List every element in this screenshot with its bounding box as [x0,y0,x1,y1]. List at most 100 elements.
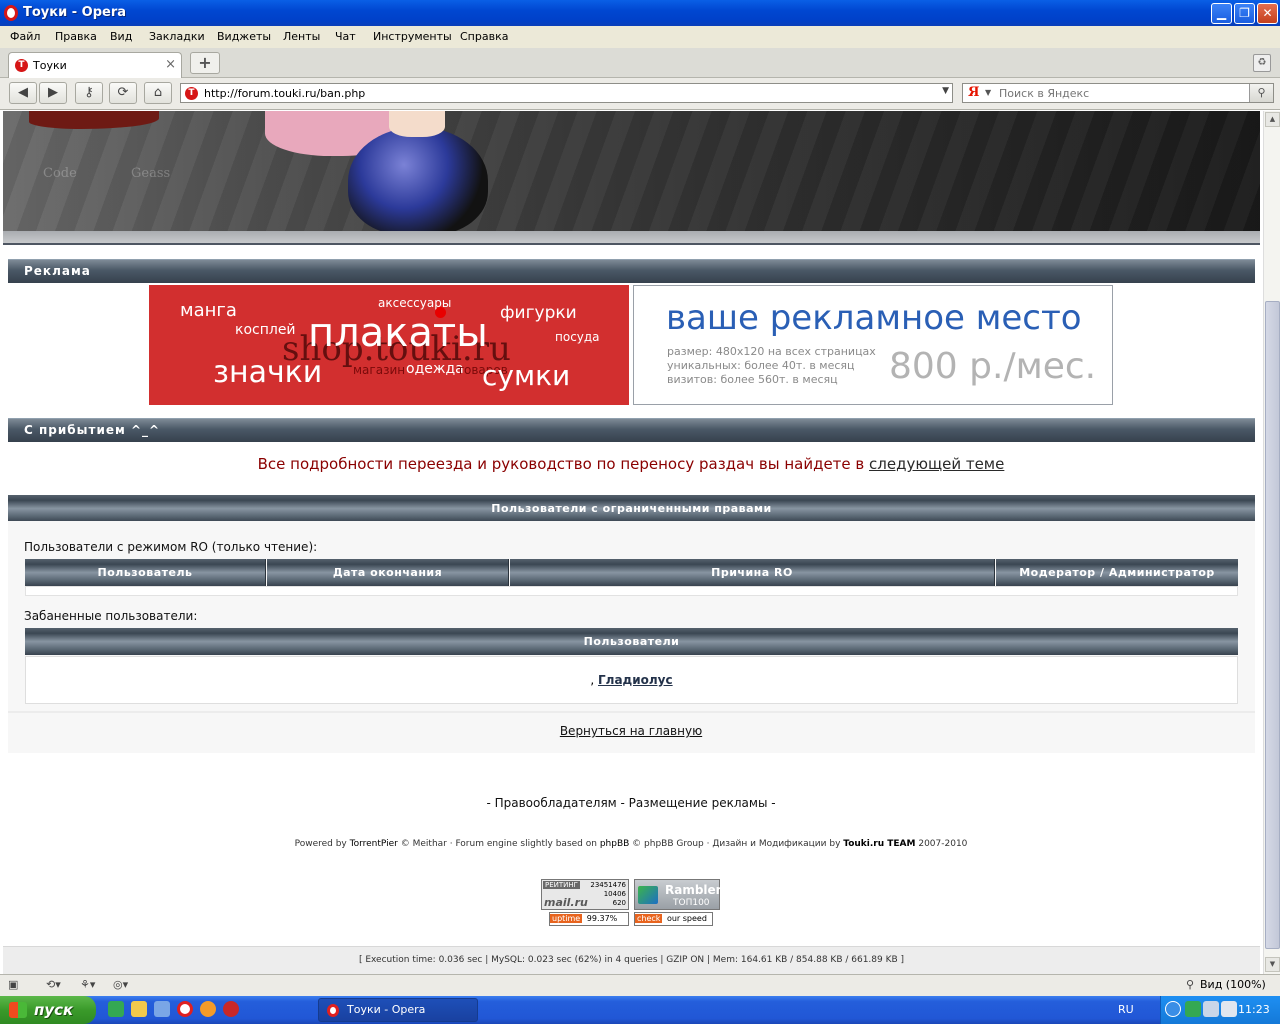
window-titlebar: Тоуки - Opera ▁ ❐ ✕ [0,0,1280,26]
banned-users-label: Забаненные пользователи: [24,609,198,623]
wand-key-button[interactable]: ⚷ [75,82,103,104]
powered-text: © phpBB Group · Дизайн и Модификации by [629,839,844,849]
quicklaunch-player-icon[interactable] [200,1001,216,1017]
quicklaunch-messenger-icon[interactable] [131,1001,147,1017]
close-button[interactable]: ✕ [1257,3,1278,24]
uptime-value: 99.37% [586,914,618,923]
language-indicator[interactable]: RU [1118,1003,1134,1016]
menu-view[interactable]: Вид [110,30,132,43]
rambler-logo-icon [638,886,658,904]
ad-place-line1: размер: 480x120 на всех страницах [667,345,876,358]
menu-help[interactable]: Справка [460,30,508,43]
home-button[interactable]: ⌂ [144,82,172,104]
col-ro-reason: Причина RO [510,559,995,586]
quicklaunch-browser-icon[interactable] [154,1001,170,1017]
execution-stats: [ Execution time: 0.036 sec | MySQL: 0.0… [3,946,1260,974]
tray-volume-icon[interactable] [1221,1001,1237,1017]
ro-users-label: Пользователи с режимом RO (только чтение… [24,540,318,554]
zoom-icon[interactable]: ⚲ [1186,978,1194,991]
quicklaunch-media-icon[interactable] [223,1001,239,1017]
panel-toggle-icon[interactable]: ▣ [8,978,18,991]
unite-icon[interactable]: ⚘▾ [80,978,95,991]
menu-chat[interactable]: Чат [335,30,356,43]
shop-ad-banner[interactable]: манга аксессуары фигурки косплей посуда … [149,285,629,405]
welcome-section-header: С прибытием ^_^ [8,418,1255,442]
rambler-counter[interactable]: Rambler ТОП100 [634,879,722,910]
mail-rating-num1: 23451476 [590,881,626,889]
tray-network-icon[interactable] [1203,1001,1219,1017]
search-icon[interactable]: ⚲ [1249,84,1273,102]
menu-widgets[interactable]: Виджеты [217,30,271,43]
opera-logo-icon [4,5,18,21]
trash-icon[interactable]: ♻ [1253,54,1271,72]
next-topic-link[interactable]: следующей теме [869,455,1004,473]
search-input[interactable] [999,86,1239,101]
banned-user-link[interactable]: Гладиолус [598,673,673,687]
powered-by: Powered by TorrentPier © Meithar · Forum… [0,839,1262,849]
turbo-icon[interactable]: ◎▾ [113,978,128,991]
mail-rating-num2: 10406 [603,890,626,898]
maximize-button[interactable]: ❐ [1234,3,1255,24]
taskbar-item-opera[interactable]: Тоуки - Opera [318,998,478,1022]
tray-arrow-icon[interactable] [1165,1001,1181,1017]
quicklaunch-app-icon[interactable] [108,1001,124,1017]
quicklaunch-opera-icon[interactable] [177,1001,193,1017]
forward-button[interactable]: ▶ [39,82,67,104]
banner-helmet [348,127,488,231]
col-end-date: Дата окончания [267,559,509,586]
tray-app-icon[interactable] [1185,1001,1201,1017]
chevron-down-icon[interactable]: ▼ [985,88,991,97]
ad-placement-banner[interactable]: ваше рекламное место размер: 480x120 на … [633,285,1113,405]
header-banner[interactable]: Code Geass [3,111,1260,231]
footer-links[interactable]: - Правообладателям - Размещение рекламы … [0,796,1262,810]
taskbar-item-label: Тоуки - Opera [347,1003,426,1016]
yandex-icon[interactable]: Я [968,85,979,100]
phpbb-link[interactable]: phpBB [600,839,629,849]
torrentpier-link[interactable]: TorrentPier [350,839,398,849]
menu-file[interactable]: Файл [10,30,40,43]
tab-close-icon[interactable]: × [165,57,176,72]
back-to-main-link[interactable]: Вернуться на главную [560,724,702,738]
menu-bookmarks[interactable]: Закладки [149,30,205,43]
ad-word-clothes: одежда [406,361,464,377]
address-url[interactable]: http://forum.touki.ru/ban.php [204,87,365,100]
tab-touki[interactable]: T Тоуки × [8,52,182,78]
start-button[interactable]: пуск [0,996,96,1024]
minimize-button[interactable]: ▁ [1211,3,1232,24]
search-field[interactable]: Я ▼ ⚲ [962,83,1274,103]
rambler-top: ТОП100 [673,898,710,908]
welcome-section-title: С прибытием ^_^ [24,423,161,437]
new-tab-button[interactable]: + [190,52,220,74]
sync-icon[interactable]: ⟲▾ [46,978,61,991]
touki-team-link[interactable]: Touki.ru TEAM [843,839,915,849]
check-label: check [635,914,663,923]
scroll-thumb[interactable] [1265,301,1280,949]
ad-place-line3: визитов: более 560т. в месяц [667,373,838,386]
scroll-down-icon[interactable]: ▼ [1265,957,1280,972]
ad-word-posters: плакаты [308,310,488,356]
restricted-users-header: Пользователи с ограниченными правами [8,495,1255,522]
powered-text: 2007-2010 [915,839,968,849]
mail-ru-counter[interactable]: РЕЙТИНГ 23451476 10406 620 mail.ru [541,879,629,910]
uptime-counter[interactable]: uptime 99.37% [549,912,629,926]
panel-separator [8,711,1255,713]
vertical-scrollbar[interactable]: ▲ ▼ [1263,111,1280,974]
mail-rating-num3: 620 [612,899,626,907]
address-field[interactable]: T http://forum.touki.ru/ban.php ▼ [180,83,953,103]
windows-taskbar: пуск Тоуки - Opera RU 11:23 [0,996,1280,1024]
reload-button[interactable]: ⟳ [109,82,137,104]
ad-place-price: 800 р./мес. [889,346,1097,387]
menu-tools[interactable]: Инструменты [373,30,452,43]
uptime-label: uptime [550,914,583,923]
speed-check-counter[interactable]: check our speed [634,912,713,926]
banned-separator: , [590,673,595,687]
zoom-level[interactable]: Вид (100%) [1200,978,1266,991]
menu-feeds[interactable]: Ленты [283,30,320,43]
ad-word-store: магазин [353,363,406,377]
scroll-up-icon[interactable]: ▲ [1265,112,1280,127]
chevron-down-icon[interactable]: ▼ [942,86,949,96]
menu-edit[interactable]: Правка [55,30,97,43]
mail-brand: mail.ru [544,896,588,909]
ad-word-dishes: посуда [555,330,600,344]
back-button[interactable]: ◀ [9,82,37,104]
